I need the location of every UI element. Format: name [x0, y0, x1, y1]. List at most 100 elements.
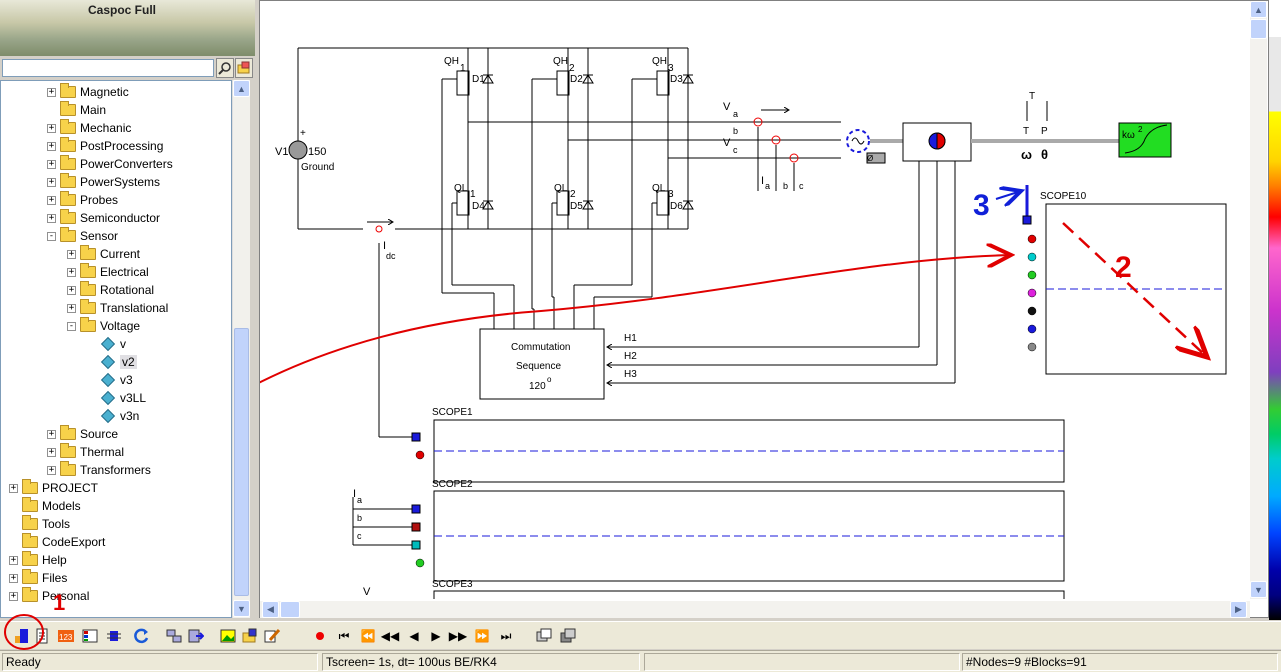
tree-item-source[interactable]: + Source — [47, 425, 118, 443]
expand-icon[interactable]: + — [47, 213, 56, 223]
tree-item-codeexport[interactable]: CodeExport — [9, 533, 105, 551]
tree-scrollbar[interactable]: ▲ ▼ — [232, 80, 250, 618]
expand-icon[interactable]: + — [47, 141, 56, 151]
tree-item-files[interactable]: + Files — [9, 569, 67, 587]
window-button[interactable] — [534, 626, 554, 646]
tree-item-current[interactable]: + Current — [67, 245, 140, 263]
tree-item-v3[interactable]: v3 — [87, 371, 133, 389]
search-button[interactable] — [216, 58, 234, 78]
vc-sub: c — [733, 145, 738, 155]
tree-item-models[interactable]: Models — [9, 497, 81, 515]
goto-start-button[interactable]: ⏮ — [334, 626, 354, 646]
tree-item-transformers[interactable]: + Transformers — [47, 461, 151, 479]
tree-item-main[interactable]: Main — [47, 101, 106, 119]
tree-item-translational[interactable]: + Translational — [67, 299, 168, 317]
expand-icon[interactable]: + — [47, 177, 56, 187]
expand-icon[interactable]: + — [67, 267, 76, 277]
expand-icon[interactable]: + — [47, 465, 56, 475]
chip-button[interactable] — [104, 626, 124, 646]
expand-icon[interactable]: + — [67, 303, 76, 313]
canvas-vscroll-thumb[interactable] — [1250, 19, 1267, 39]
schematic-canvas[interactable]: + V1 150 Ground QH 1 D1 QH 2 D2 QH 3 D3 … — [259, 0, 1269, 618]
collapse-icon[interactable]: - — [47, 231, 56, 241]
canvas-horizontal-scrollbar[interactable]: ◀ ▶ — [260, 601, 1250, 618]
canvas-vertical-scrollbar[interactable]: ▲ ▼ — [1250, 1, 1267, 599]
expand-icon[interactable]: + — [47, 159, 56, 169]
expand-icon[interactable]: + — [47, 447, 56, 457]
edit-button[interactable] — [262, 626, 282, 646]
tree-item-magnetic[interactable]: + Magnetic — [47, 83, 129, 101]
cascade-button[interactable] — [558, 626, 578, 646]
tree-item-label: Files — [42, 571, 68, 585]
commutation-line3: 120 — [529, 381, 546, 392]
play-button[interactable]: ▶ — [426, 626, 446, 646]
search-input[interactable] — [2, 59, 214, 77]
idc-sub: dc — [386, 251, 396, 261]
tree-item-label: Probes — [80, 193, 119, 207]
tree-item-label: Transformers — [80, 463, 151, 477]
tree-item-thermal[interactable]: + Thermal — [47, 443, 124, 461]
fast-forward-button[interactable]: ⏩ — [472, 626, 492, 646]
tree-item-label: v2 — [120, 355, 137, 369]
expand-icon[interactable]: + — [47, 123, 56, 133]
canvas-scroll-up-button[interactable]: ▲ — [1250, 1, 1267, 18]
tree-item-v[interactable]: v — [87, 335, 126, 353]
tree-item-electrical[interactable]: + Electrical — [67, 263, 149, 281]
canvas-scroll-right-button[interactable]: ▶ — [1230, 601, 1247, 618]
expand-icon[interactable]: + — [9, 483, 18, 493]
export-button[interactable] — [186, 626, 206, 646]
tree-item-v2[interactable]: v2 — [87, 353, 137, 371]
v1-label: V1 — [275, 146, 288, 158]
tree-item-sensor[interactable]: - Sensor — [47, 227, 118, 245]
rewind-button[interactable]: ◀◀ — [380, 626, 400, 646]
tree-item-help[interactable]: + Help — [9, 551, 67, 569]
tree-item-project[interactable]: + PROJECT — [9, 479, 98, 497]
commutation-deg: o — [547, 375, 552, 384]
expand-icon[interactable]: + — [47, 87, 56, 97]
image-button[interactable] — [218, 626, 238, 646]
scroll-up-button[interactable]: ▲ — [233, 80, 250, 97]
browse-button[interactable] — [235, 58, 253, 78]
canvas-scroll-down-button[interactable]: ▼ — [1250, 581, 1267, 598]
expand-icon[interactable]: + — [47, 429, 56, 439]
tree-item-powerconverters[interactable]: + PowerConverters — [47, 155, 173, 173]
goto-end-button[interactable]: ⏭ — [496, 626, 516, 646]
folder-icon — [60, 173, 76, 188]
tree-item-rotational[interactable]: + Rotational — [67, 281, 154, 299]
expand-icon[interactable]: + — [9, 573, 18, 583]
tree-item-powersystems[interactable]: + PowerSystems — [47, 173, 160, 191]
inverter-bridge[interactable] — [441, 48, 841, 329]
scope3[interactable] — [433, 590, 1065, 599]
network-button[interactable] — [164, 626, 184, 646]
tree-scroll-thumb[interactable] — [234, 328, 249, 596]
fast-rewind-button[interactable]: ⏪ — [358, 626, 378, 646]
canvas-scroll-left-button[interactable]: ◀ — [262, 601, 279, 618]
tree-item-v3n[interactable]: v3n — [87, 407, 139, 425]
tree-item-semiconductor[interactable]: + Semiconductor — [47, 209, 160, 227]
tree-item-label: PROJECT — [42, 481, 99, 495]
qh1-num: 1 — [460, 63, 466, 74]
tree-item-voltage[interactable]: - Voltage — [67, 317, 140, 335]
tree-item-postprocessing[interactable]: + PostProcessing — [47, 137, 163, 155]
table-button[interactable] — [80, 626, 100, 646]
collapse-icon[interactable]: - — [67, 321, 76, 331]
step-back-button[interactable]: ◀ — [404, 626, 424, 646]
record-button[interactable] — [310, 626, 330, 646]
tree-item-v3ll[interactable]: v3LL — [87, 389, 146, 407]
expand-icon[interactable]: + — [67, 249, 76, 259]
refresh-button[interactable] — [132, 626, 152, 646]
component-icon — [100, 372, 116, 388]
scroll-down-button[interactable]: ▼ — [233, 600, 250, 617]
scope2[interactable] — [352, 490, 1065, 582]
expand-icon[interactable]: + — [47, 195, 56, 205]
scope1[interactable] — [411, 419, 1065, 483]
folder-image-button[interactable] — [240, 626, 260, 646]
h1-label: H1 — [624, 333, 637, 344]
tree-item-tools[interactable]: Tools — [9, 515, 70, 533]
tree-item-mechanic[interactable]: + Mechanic — [47, 119, 131, 137]
tree-item-probes[interactable]: + Probes — [47, 191, 118, 209]
forward-button[interactable]: ▶▶ — [448, 626, 468, 646]
canvas-hscroll-thumb[interactable] — [280, 601, 300, 618]
expand-icon[interactable]: + — [67, 285, 76, 295]
expand-icon[interactable]: + — [9, 555, 18, 565]
